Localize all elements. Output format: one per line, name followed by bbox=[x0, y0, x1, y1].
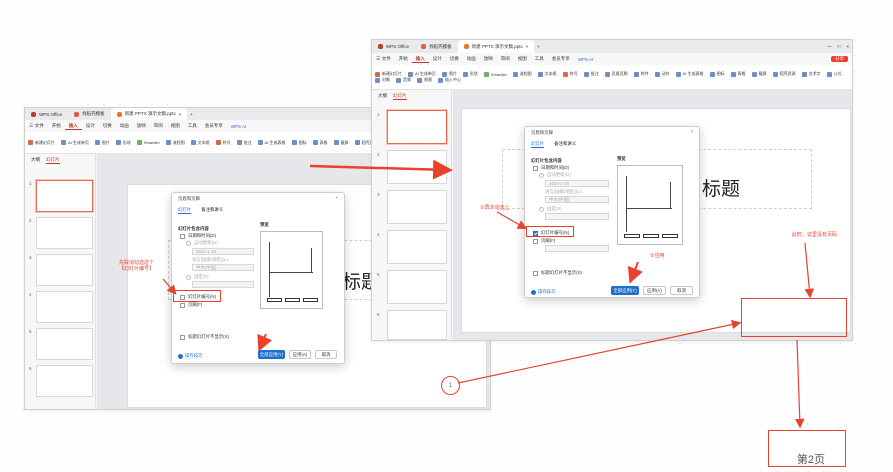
arrow-to-right-apply bbox=[627, 261, 643, 284]
arrow-circle-to-box bbox=[457, 319, 742, 384]
arrow-to-right-checkbox bbox=[496, 211, 528, 230]
arrow-to-left-checkbox bbox=[162, 278, 177, 295]
annotation-arrows bbox=[162, 159, 815, 429]
arrow-to-page-number-area bbox=[804, 242, 815, 299]
arrow-to-left-apply bbox=[257, 333, 273, 352]
arrow-to-right-window bbox=[309, 159, 453, 180]
arrow-down-to-result bbox=[794, 339, 805, 429]
